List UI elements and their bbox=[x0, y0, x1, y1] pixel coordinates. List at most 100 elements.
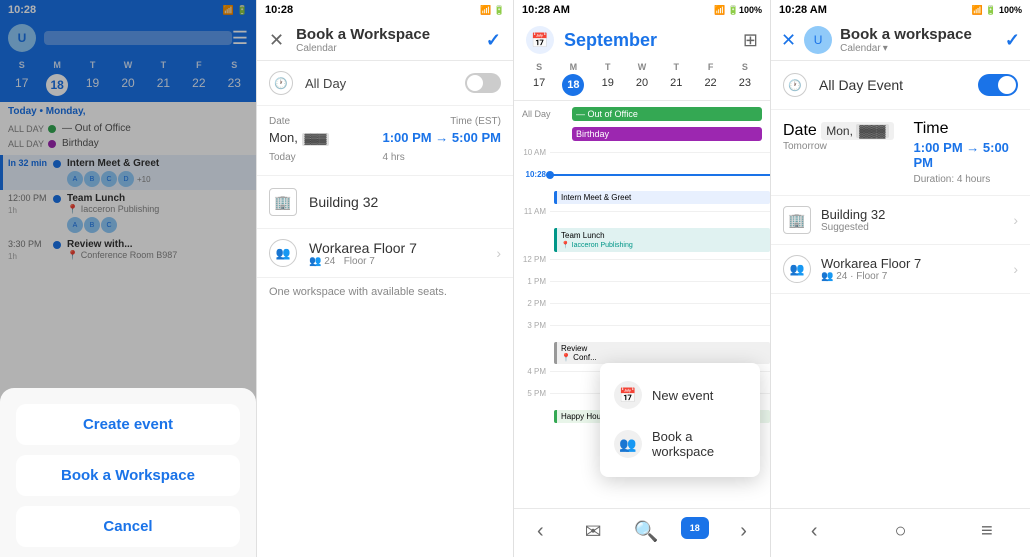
book-workspace-header: ✕ Book a Workspace Calendar ✓ bbox=[257, 20, 513, 61]
confirm-icon-p2[interactable]: ✓ bbox=[486, 30, 501, 51]
workspace-icon: 👥 bbox=[269, 239, 297, 267]
available-seats-text: One workspace with available seats. bbox=[257, 278, 513, 306]
workspace-row[interactable]: 👥 Workarea Floor 7 👥 24 Floor 7 › bbox=[257, 229, 513, 278]
building-icon-p4: 🏢 bbox=[783, 206, 811, 234]
workspace-name: Workarea Floor 7 bbox=[309, 240, 496, 256]
cancel-button[interactable]: Cancel bbox=[16, 506, 240, 547]
building-name: Building 32 bbox=[309, 194, 378, 210]
p3-day-22[interactable]: 22 bbox=[693, 74, 727, 96]
allday-toggle-p4[interactable] bbox=[978, 74, 1018, 96]
allday-label-p4: All Day Event bbox=[819, 77, 903, 93]
p3-day-19[interactable]: 19 bbox=[591, 74, 625, 96]
action-modal: Create event Book a Workspace Cancel bbox=[0, 388, 256, 557]
weekday-labels-p3: S M T W T F S bbox=[514, 60, 770, 74]
book-workspace-button[interactable]: Book a Workspace bbox=[16, 455, 240, 496]
time-row-2pm: 2 PM bbox=[514, 298, 770, 320]
p3-day-17[interactable]: 17 bbox=[522, 74, 556, 96]
workspace-chevron-icon: › bbox=[496, 245, 501, 261]
panel-book-workspace-detail: 10:28 AM 📶 🔋 100% ✕ U Book a workspace C… bbox=[771, 0, 1030, 557]
time-value: 1:00 PM → 5:00 PM bbox=[383, 130, 502, 145]
context-menu-book-workspace[interactable]: 👥 Book a workspace bbox=[600, 419, 760, 469]
modal-overlay[interactable]: Create event Book a Workspace Cancel bbox=[0, 0, 256, 557]
bottom-nav-p4: ‹ ○ ≡ bbox=[771, 508, 1030, 557]
divider-p3 bbox=[514, 100, 770, 101]
grid-view-icon[interactable]: ⊞ bbox=[743, 30, 758, 51]
datetime-row-p4[interactable]: Date Mon, ▓▓▓ Tomorrow Time 1:00 PM → 5:… bbox=[771, 110, 1030, 196]
book-workspace-icon: 👥 bbox=[614, 430, 642, 458]
time-from-p4: 1:00 PM → 5:00 PM bbox=[914, 140, 1018, 170]
building-name-p4: Building 32 bbox=[821, 207, 1013, 222]
month-title: September bbox=[564, 30, 743, 51]
allday-row-p4: 🕐 All Day Event bbox=[771, 61, 1030, 110]
clock-icon-p4: 🕐 bbox=[783, 73, 807, 97]
week-row-p3: 17 18 19 20 21 22 23 bbox=[514, 74, 770, 96]
allday-out-of-office: All Day — Out of Office bbox=[514, 105, 770, 123]
calendar-badge[interactable]: 18 bbox=[681, 517, 709, 539]
new-event-icon: 📅 bbox=[614, 381, 642, 409]
panel-september-calendar: 10:28 AM 📶 🔋100% 📅 September ⊞ S M T W T… bbox=[514, 0, 771, 557]
bottom-nav-p3: ‹ ✉ 🔍 18 › bbox=[514, 508, 770, 557]
event-chip-review[interactable]: Review📍 Conf... bbox=[554, 342, 770, 364]
create-event-button[interactable]: Create event bbox=[16, 404, 240, 445]
time-row-1028: 10:28 bbox=[514, 169, 770, 191]
panel-calendar-day: 10:28 📶 🔋 U ☰ S M T W T F S 17 18 19 20 … bbox=[0, 0, 257, 557]
building-chevron-icon: › bbox=[1013, 212, 1018, 228]
panel2-subtitle: Calendar bbox=[296, 43, 486, 54]
date-sub: Today bbox=[269, 152, 296, 163]
back-icon-p4[interactable]: ✕ bbox=[781, 30, 796, 51]
p3-day-23[interactable]: 23 bbox=[728, 74, 762, 96]
status-time-p3: 10:28 AM bbox=[522, 4, 570, 16]
workspace-icon-p4: 👥 bbox=[783, 255, 811, 283]
time-label-p4: Time bbox=[914, 120, 949, 137]
date-time-row[interactable]: Date Time (EST) Mon, ▓▓▓ Today 1:00 PM →… bbox=[257, 106, 513, 176]
duration-p4: Duration: 4 hours bbox=[914, 174, 1018, 185]
allday-birthday: Birthday bbox=[514, 125, 770, 143]
september-header: 📅 September ⊞ bbox=[514, 20, 770, 60]
time-row-3pm: 3 PM bbox=[514, 320, 770, 342]
home-nav-p4[interactable]: ○ bbox=[882, 517, 918, 545]
context-menu: 📅 New event 👥 Book a workspace bbox=[600, 363, 760, 477]
status-time-p4: 10:28 AM bbox=[779, 4, 827, 16]
back-nav-icon[interactable]: ‹ bbox=[522, 517, 558, 545]
status-time-p2: 10:28 bbox=[265, 4, 293, 16]
p3-day-18-today[interactable]: 18 bbox=[562, 74, 584, 96]
close-icon-p2[interactable]: ✕ bbox=[269, 30, 284, 51]
chip-out-of-office: — Out of Office bbox=[572, 107, 762, 121]
date-val-p4: Mon, ▓▓▓ bbox=[821, 122, 893, 140]
forward-nav-icon[interactable]: › bbox=[726, 517, 762, 545]
p4-header: ✕ U Book a workspace Calendar ▾ ✓ bbox=[771, 20, 1030, 61]
workspace-name-p4: Workarea Floor 7 bbox=[821, 256, 1013, 271]
p3-day-20[interactable]: 20 bbox=[625, 74, 659, 96]
menu-nav-p4[interactable]: ≡ bbox=[969, 517, 1005, 545]
workspace-sub: 👥 24 Floor 7 bbox=[309, 256, 496, 267]
event-chip-team-lunch[interactable]: Team Lunch📍 Iacceron Publishing bbox=[554, 228, 770, 252]
workspace-row-p4[interactable]: 👥 Workarea Floor 7 👥 24 · Floor 7 › bbox=[771, 245, 1030, 294]
time-row-10am: 10 AM bbox=[514, 147, 770, 169]
building-row-p4[interactable]: 🏢 Building 32 Suggested › bbox=[771, 196, 1030, 245]
mail-icon[interactable]: ✉ bbox=[575, 517, 611, 545]
search-icon[interactable]: 🔍 bbox=[628, 517, 664, 545]
time-label: Time (EST) bbox=[450, 116, 501, 127]
time-row-1pm: 1 PM bbox=[514, 276, 770, 298]
confirm-icon-p4[interactable]: ✓ bbox=[1005, 30, 1020, 51]
building-icon: 🏢 bbox=[269, 188, 297, 216]
panel-book-workspace: 10:28 📶 🔋 ✕ Book a Workspace Calendar ✓ … bbox=[257, 0, 514, 557]
time-dur: 4 hrs bbox=[383, 152, 405, 163]
status-bar-p4: 10:28 AM 📶 🔋 100% bbox=[771, 0, 1030, 20]
event-chip-intern[interactable]: Intern Meet & Greet bbox=[554, 191, 770, 204]
time-row-11am: 11 AM bbox=[514, 206, 770, 228]
now-indicator-dot bbox=[546, 171, 554, 179]
back-nav-p4[interactable]: ‹ bbox=[796, 517, 832, 545]
context-menu-new-event[interactable]: 📅 New event bbox=[600, 371, 760, 419]
time-row-12pm: 12 PM bbox=[514, 254, 770, 276]
status-bar-p2: 10:28 📶 🔋 bbox=[257, 0, 513, 20]
all-day-label: All Day bbox=[305, 76, 346, 91]
all-day-toggle[interactable] bbox=[465, 73, 501, 93]
date-label: Date bbox=[269, 116, 290, 127]
building-row[interactable]: 🏢 Building 32 bbox=[257, 176, 513, 229]
date-sub-p4: Tomorrow bbox=[783, 141, 894, 152]
status-bar-p3: 10:28 AM 📶 🔋100% bbox=[514, 0, 770, 20]
workspace-sub-p4: 👥 24 · Floor 7 bbox=[821, 271, 1013, 282]
p3-day-21[interactable]: 21 bbox=[659, 74, 693, 96]
avatar-p4: U bbox=[804, 26, 832, 54]
